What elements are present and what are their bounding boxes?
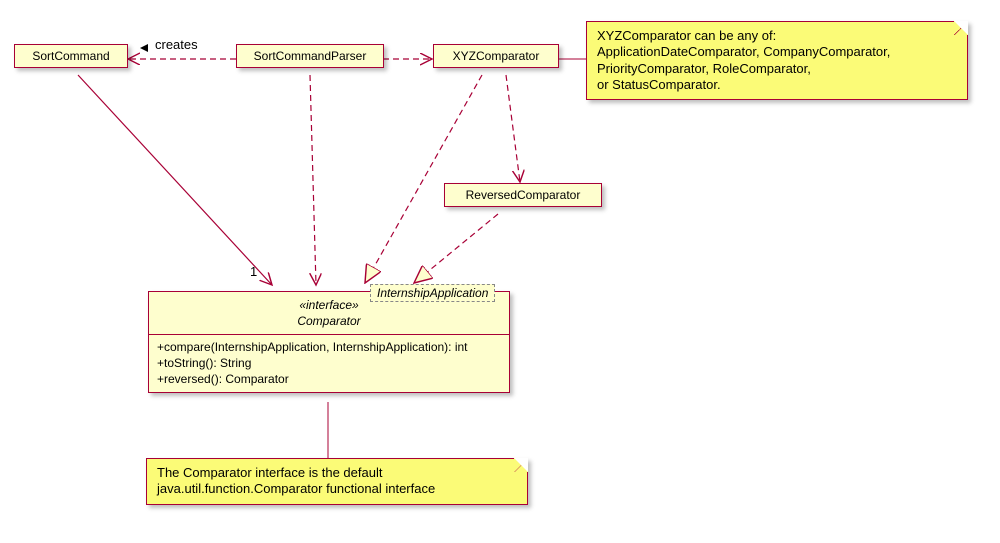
class-reversedcomparator: ReversedComparator [444, 183, 602, 207]
interface-op: +toString(): String [157, 355, 501, 371]
interface-comparator: «interface» Comparator +compare(Internsh… [148, 291, 510, 393]
class-sortcommandparser: SortCommandParser [236, 44, 384, 68]
class-xyzcomparator: XYZComparator [433, 44, 559, 68]
interface-template-param: InternshipApplication [370, 284, 495, 302]
label-creates: creates [155, 37, 198, 52]
class-sortcommandparser-name: SortCommandParser [254, 49, 367, 63]
note-comparator-text: The Comparator interface is the default … [157, 465, 517, 498]
interface-name: Comparator [149, 314, 509, 334]
interface-op: +reversed(): Comparator [157, 371, 501, 387]
label-multiplicity-one: 1 [250, 264, 257, 279]
class-sortcommand: SortCommand [14, 44, 128, 68]
class-xyzcomparator-name: XYZComparator [453, 49, 540, 63]
note-xyzcomparator: XYZComparator can be any of: Application… [586, 21, 968, 100]
note-comparator: The Comparator interface is the default … [146, 458, 528, 505]
class-sortcommand-name: SortCommand [32, 49, 109, 63]
note-xyzcomparator-text: XYZComparator can be any of: Application… [597, 28, 957, 93]
interface-op: +compare(InternshipApplication, Internsh… [157, 339, 501, 355]
class-reversedcomparator-name: ReversedComparator [466, 188, 581, 202]
